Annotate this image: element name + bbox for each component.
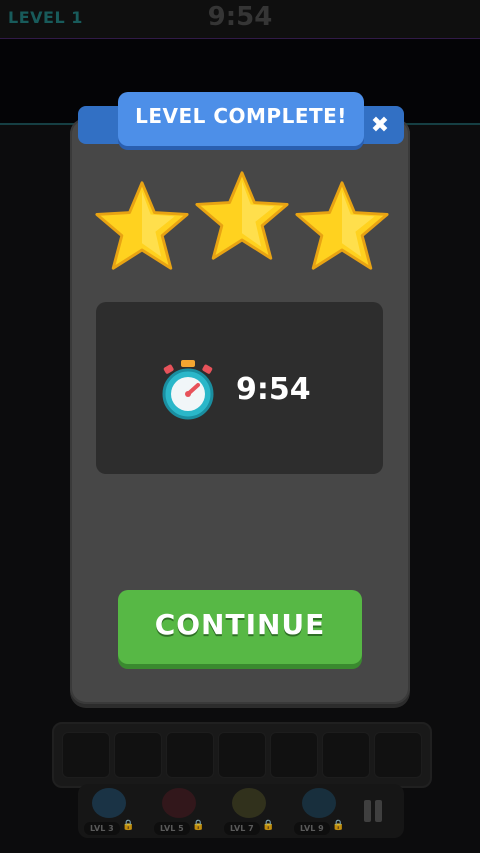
continue-label: CONTINUE [154,608,326,641]
close-button[interactable]: ✖ [368,114,392,138]
continue-button[interactable]: CONTINUE [118,590,362,664]
star-icon [195,171,289,260]
dialog-title: LEVEL COMPLETE! [135,104,347,128]
title-banner: LEVEL COMPLETE! [78,92,404,154]
completion-time: 9:54 [236,372,311,407]
star-icon [95,181,189,270]
star-icon [295,181,389,270]
close-icon: ✖ [370,113,390,138]
stopwatch-icon [162,360,214,420]
star-rating [94,171,390,284]
